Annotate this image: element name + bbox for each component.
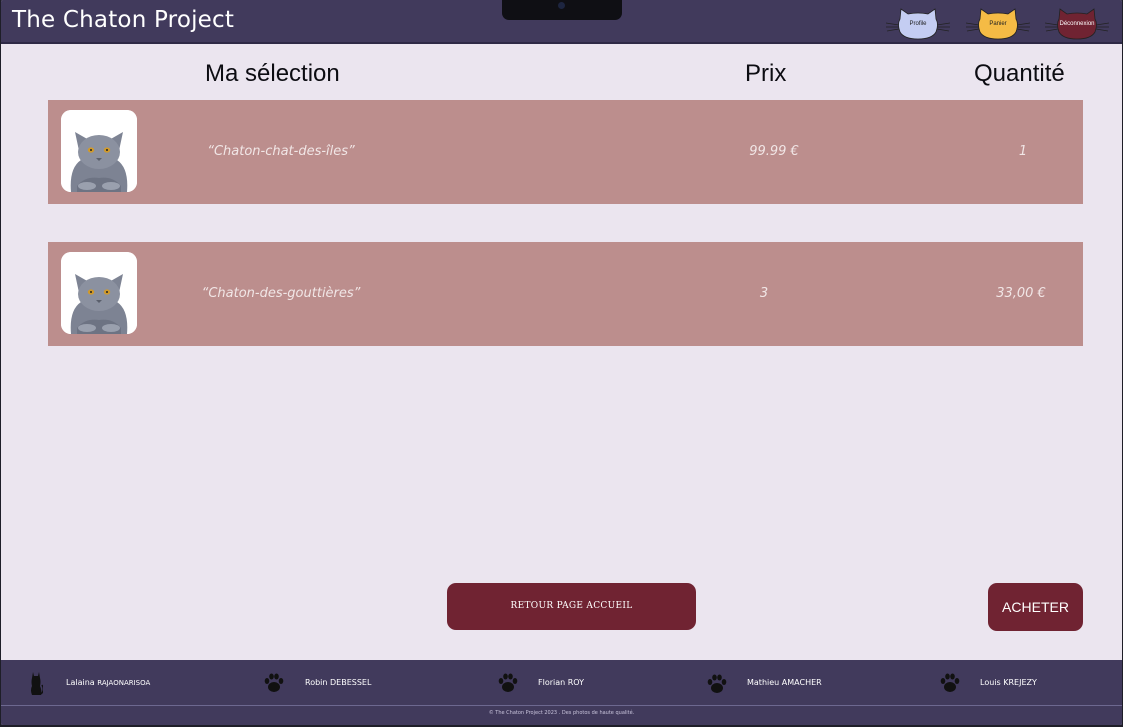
paw-icon — [707, 674, 727, 693]
paw-icon — [264, 673, 284, 692]
first-name: Robin — [305, 678, 328, 687]
cart-button[interactable]: Panier — [966, 6, 1030, 42]
profile-button[interactable]: Profile — [886, 6, 950, 42]
profile-label: Profile — [909, 21, 927, 27]
logout-label: Déconnexion — [1059, 21, 1095, 27]
team-member-name: Lalaina RAJAONARISOA — [66, 678, 150, 687]
last-name: AMACHER — [781, 678, 822, 687]
last-name: ROY — [567, 678, 585, 687]
back-home-button[interactable]: RETOUR PAGE ACCUEIL — [447, 583, 696, 630]
first-name: Mathieu — [747, 678, 780, 687]
app-window: The Chaton Project Profile Panier Déconn… — [1, 0, 1122, 725]
grey-kitten-photo — [61, 110, 137, 192]
price-heading: Prix — [745, 60, 787, 87]
product-price: 3 — [759, 286, 769, 301]
black-cat-icon — [31, 672, 43, 695]
kitten-image — [61, 110, 137, 192]
product-name: “Chaton-des-gouttières” — [201, 286, 361, 301]
team-member-name: Mathieu AMACHER — [747, 678, 822, 687]
buy-button[interactable]: ACHETER — [988, 583, 1083, 631]
paw-icon — [498, 673, 518, 692]
footer: Lalaina RAJAONARISOA Robin DEBESSEL Flor… — [1, 660, 1122, 725]
product-price: 99.99 € — [749, 144, 799, 159]
paw-icon — [940, 673, 960, 692]
top-bar: The Chaton Project Profile Panier Déconn… — [1, 0, 1122, 44]
product-quantity: 1 — [1018, 144, 1028, 159]
team-member-name: Florian ROY — [538, 678, 584, 687]
product-quantity: 33,00 € — [996, 286, 1046, 301]
last-name: RAJAONARISOA — [97, 679, 151, 687]
selection-heading: Ma sélection — [205, 60, 340, 87]
copyright-text: © The Chaton Project 2023 . Des photos d… — [488, 710, 635, 716]
kitten-image — [61, 252, 137, 334]
last-name: DEBESSEL — [330, 678, 372, 687]
app-title: The Chaton Project — [12, 7, 235, 33]
grey-kitten-photo — [61, 252, 137, 334]
first-name: Florian — [538, 678, 566, 687]
team-member-name: Robin DEBESSEL — [305, 678, 371, 687]
first-name: Louis — [980, 678, 1001, 687]
product-name: “Chaton-chat-des-îles” — [207, 144, 355, 159]
footer-divider — [1, 705, 1122, 706]
cart-row: “Chaton-chat-des-îles” 99.99 € 1 — [48, 100, 1083, 204]
camera-notch — [502, 0, 622, 20]
team-member-name: Louis KREJEZY — [980, 678, 1037, 687]
last-name: KREJEZY — [1003, 678, 1037, 687]
camera-dot — [558, 2, 565, 9]
quantity-heading: Quantité — [974, 60, 1065, 87]
cart-row: “Chaton-des-gouttières” 3 33,00 € — [48, 242, 1083, 346]
cart-label: Panier — [989, 21, 1007, 27]
first-name: Lalaina — [66, 678, 95, 687]
logout-button[interactable]: Déconnexion — [1045, 6, 1109, 42]
